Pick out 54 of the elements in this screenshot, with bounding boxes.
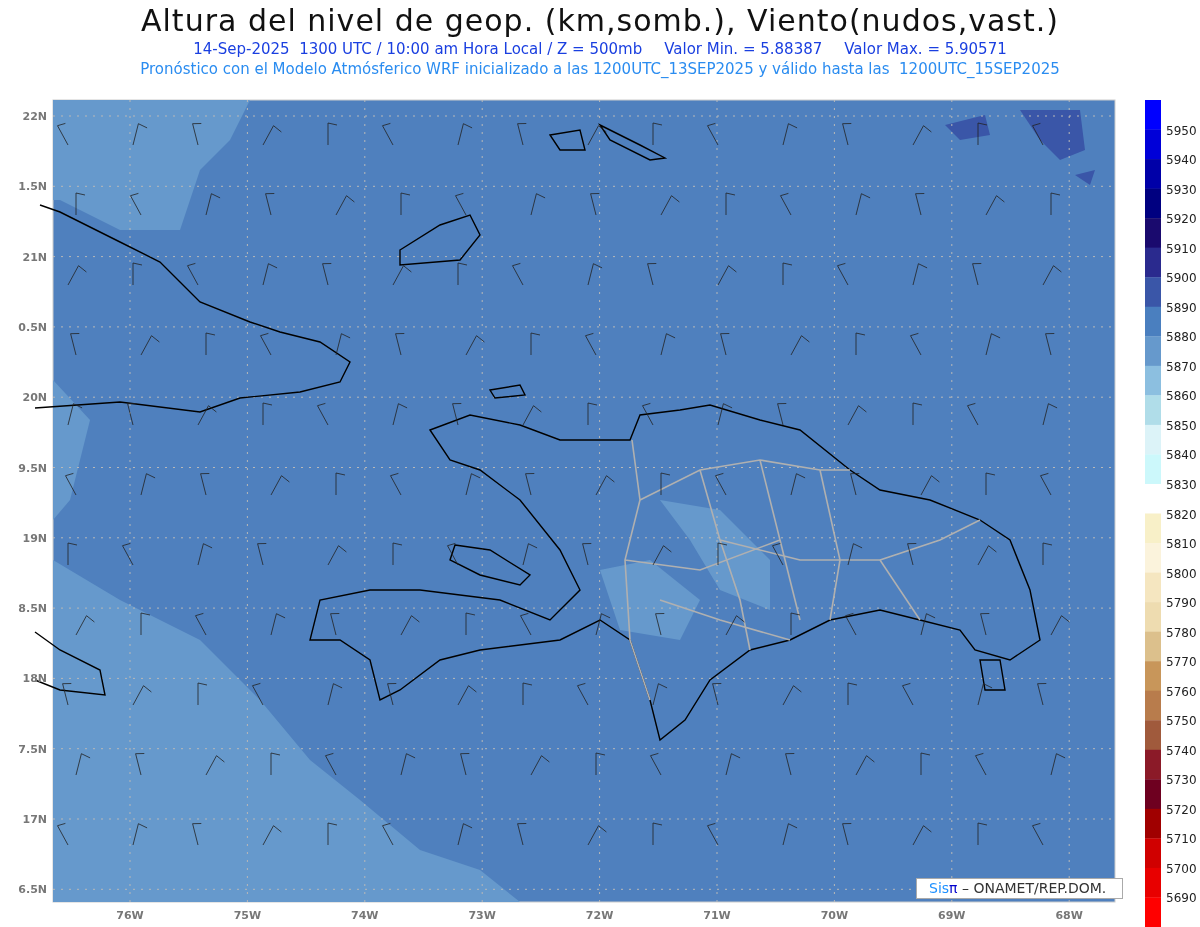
colorbar-label: 5750: [1166, 714, 1197, 729]
colorbar-label: 5850: [1166, 418, 1197, 433]
colorbar-label: 5720: [1166, 802, 1197, 817]
forecast-note: Pronóstico con el Modelo Atmósferico WRF inicializado a las 1200UTC_13SEP2025 y válido hasta las 1200UTC_15SEP2025: [140, 59, 1060, 80]
colorbar-label: 5740: [1166, 743, 1197, 758]
colorbar-label: 5790: [1166, 596, 1197, 611]
latitude-label: 6.5N: [18, 883, 47, 897]
colorbar-label: 5760: [1166, 684, 1197, 699]
colorbar-label: 5950: [1166, 123, 1197, 138]
subtitle-text: 14-Sep-2025 1300 UTC / 10:00 am Hora Local / Z = 500mb: [193, 40, 643, 59]
subtitle-text: Valor Max. = 5.90571: [844, 40, 1007, 59]
latitude-label: 18N: [22, 672, 47, 686]
longitude-label: 70W: [820, 909, 849, 922]
colorbar-label: 5830: [1166, 477, 1197, 492]
longitude-label: 76W: [116, 909, 144, 922]
colorbar-label: 5910: [1166, 241, 1197, 256]
latitude-label: 8.5N: [18, 602, 47, 616]
latitude-label: 21N: [22, 250, 47, 264]
colorbar-label: 5940: [1166, 153, 1197, 168]
colorbar-label: 5780: [1166, 625, 1197, 640]
colorbar-label: 5690: [1166, 891, 1197, 906]
longitude-label: 75W: [233, 909, 262, 922]
longitude-label: 71W: [703, 909, 731, 922]
longitude-label: 74W: [351, 909, 379, 922]
latitude-label: 1.5N: [18, 180, 47, 194]
longitude-label: 72W: [585, 909, 614, 922]
latitude-label: 7.5N: [18, 742, 47, 756]
subtitle-text: Valor Min. = 5.88387: [664, 40, 823, 59]
colorbar-label: 5880: [1166, 330, 1197, 345]
colorbar-label: 5890: [1166, 300, 1197, 315]
latitude-label: 20N: [22, 391, 47, 405]
colorbar-label: 5810: [1166, 537, 1197, 552]
colorbar-label: 5820: [1166, 507, 1197, 522]
colorbar-label: 5920: [1166, 212, 1197, 227]
colorbar-label: 5900: [1166, 271, 1197, 286]
colorbar-label: 5770: [1166, 655, 1197, 670]
map-title: Altura del nivel de geop. (km,somb.), Viento(nudos,vast.): [141, 2, 1059, 40]
colorbar-label: 5730: [1166, 773, 1197, 788]
latitude-label: 22N: [22, 110, 47, 123]
colorbar-label: 5700: [1166, 861, 1197, 876]
latitude-label: 17N: [22, 813, 47, 826]
longitude-label: 73W: [468, 909, 496, 922]
credit-label: Sisπ – ONAMET/REP.DOM.: [916, 878, 1123, 899]
latitude-label: 0.5N: [18, 320, 47, 334]
colorbar-label: 5840: [1166, 448, 1197, 463]
latitude-label: 9.5N: [18, 461, 47, 475]
colorbar-label: 5870: [1166, 359, 1197, 374]
colorbar-label: 5710: [1166, 832, 1197, 847]
colorbar-label: 5930: [1166, 182, 1197, 197]
longitude-label: 68W: [1055, 909, 1083, 922]
colorbar-label: 5860: [1166, 389, 1197, 404]
longitude-label: 69W: [938, 909, 966, 922]
latitude-label: 19N: [22, 531, 47, 545]
colorbar-label: 5800: [1166, 566, 1197, 581]
